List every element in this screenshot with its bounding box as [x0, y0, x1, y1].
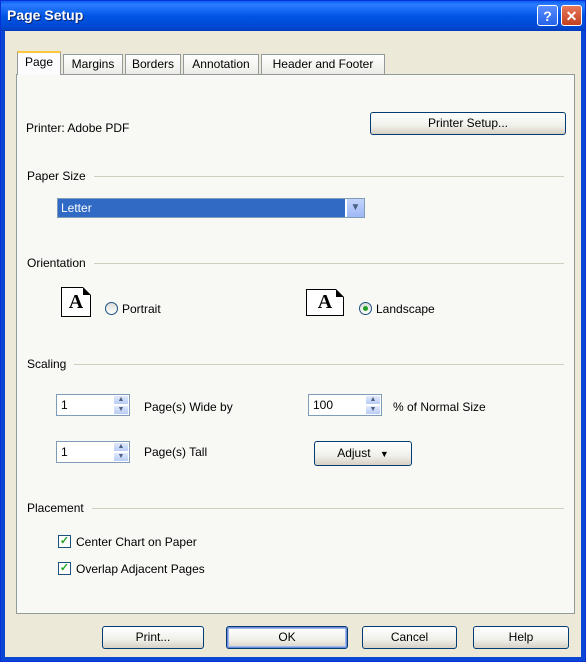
landscape-radio[interactable]: [359, 302, 372, 315]
paper-size-group: Paper Size: [27, 169, 564, 183]
percent-value[interactable]: 100: [313, 398, 333, 412]
center-chart-label[interactable]: Center Chart on Paper: [76, 535, 197, 549]
close-icon[interactable]: ✕: [561, 5, 582, 26]
placement-heading: Placement: [27, 501, 92, 515]
landscape-page-icon: A: [306, 289, 344, 316]
help-button[interactable]: Help: [473, 626, 569, 649]
title-bar[interactable]: Page Setup ? ✕: [1, 1, 585, 31]
spin-up-icon[interactable]: ▲: [113, 442, 129, 452]
page-tab-panel: Printer: Adobe PDF Printer Setup... Pape…: [16, 74, 575, 614]
paper-size-value: Letter: [58, 199, 345, 217]
scaling-heading: Scaling: [27, 357, 75, 371]
paper-size-select[interactable]: Letter ▼: [57, 198, 365, 218]
window-border-right: [581, 31, 585, 661]
orientation-heading: Orientation: [27, 256, 94, 270]
overlap-pages-label[interactable]: Overlap Adjacent Pages: [76, 562, 205, 576]
pages-wide-label: Page(s) Wide by: [144, 400, 233, 414]
spin-up-icon[interactable]: ▲: [113, 395, 129, 405]
pages-tall-spinner[interactable]: 1 ▲ ▼: [56, 441, 130, 463]
window-border-left: [1, 31, 5, 661]
placement-group: Placement: [27, 501, 564, 515]
portrait-page-icon: A: [61, 287, 91, 317]
printer-label: Printer: Adobe PDF: [26, 121, 130, 135]
tab-borders[interactable]: Borders: [125, 54, 181, 74]
center-chart-checkbox[interactable]: ✓: [58, 535, 71, 548]
pages-tall-value[interactable]: 1: [61, 445, 68, 459]
dialog-title: Page Setup: [7, 7, 84, 23]
chevron-down-icon[interactable]: ▼: [346, 199, 364, 217]
adjust-dropdown-button[interactable]: Adjust ▼: [314, 441, 412, 466]
window-border-bottom: [1, 657, 585, 661]
page-setup-dialog: Page Setup ? ✕ Page Margins Borders Anno…: [0, 0, 586, 662]
percent-spinner[interactable]: 100 ▲ ▼: [308, 394, 382, 416]
portrait-radio[interactable]: [105, 302, 118, 315]
paper-size-heading: Paper Size: [27, 169, 94, 183]
divider: [27, 508, 564, 509]
portrait-icon-letter: A: [68, 291, 84, 313]
spin-down-icon[interactable]: ▼: [365, 405, 381, 415]
scaling-group: Scaling: [27, 357, 564, 371]
divider: [27, 364, 564, 365]
caret-down-icon: ▼: [379, 449, 389, 459]
divider: [27, 263, 564, 264]
adjust-label: Adjust: [337, 446, 371, 460]
landscape-icon-letter: A: [317, 291, 333, 313]
pages-wide-value[interactable]: 1: [61, 398, 68, 412]
printer-setup-button[interactable]: Printer Setup...: [370, 112, 566, 135]
landscape-label[interactable]: Landscape: [376, 302, 435, 316]
spin-down-icon[interactable]: ▼: [113, 452, 129, 462]
question-icon[interactable]: ?: [537, 5, 558, 26]
print-button[interactable]: Print...: [102, 626, 204, 649]
page-fold-icon: [336, 289, 344, 297]
cancel-button[interactable]: Cancel: [362, 626, 457, 649]
tab-annotation[interactable]: Annotation: [183, 54, 259, 74]
pages-wide-spinner[interactable]: 1 ▲ ▼: [56, 394, 130, 416]
page-fold-icon: [83, 287, 91, 295]
divider: [27, 176, 564, 177]
pages-tall-label: Page(s) Tall: [144, 445, 208, 459]
orientation-group: Orientation: [27, 256, 564, 270]
percent-label: % of Normal Size: [393, 400, 486, 414]
tab-header-and-footer[interactable]: Header and Footer: [261, 54, 385, 74]
spin-up-icon[interactable]: ▲: [365, 395, 381, 405]
overlap-pages-checkbox[interactable]: ✓: [58, 562, 71, 575]
spin-down-icon[interactable]: ▼: [113, 405, 129, 415]
portrait-label[interactable]: Portrait: [122, 302, 161, 316]
tab-page[interactable]: Page: [17, 51, 61, 75]
tab-margins[interactable]: Margins: [63, 54, 123, 74]
radio-selected-dot: [363, 306, 368, 311]
ok-button[interactable]: OK: [226, 626, 348, 649]
